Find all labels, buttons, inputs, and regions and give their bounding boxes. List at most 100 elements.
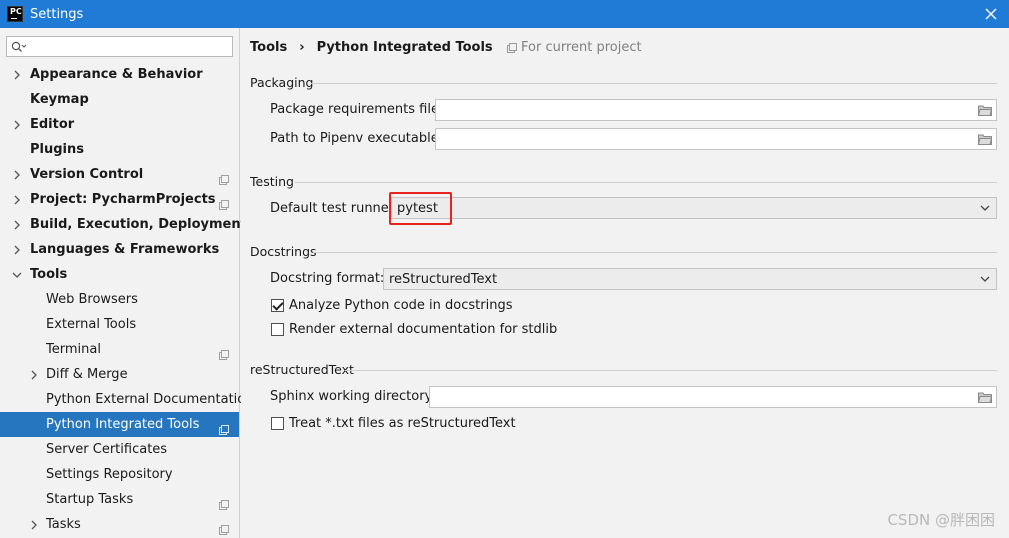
sidebar-item[interactable]: Project: PycharmProjects [0,187,239,212]
sidebar-item-label: Startup Tasks [46,492,134,507]
settings-search-input[interactable] [27,37,232,56]
sidebar-item[interactable]: Python External Documentation [0,387,253,412]
docstrings-divider [313,252,997,253]
checkbox-box[interactable] [271,299,284,312]
chevron-right-icon[interactable] [28,512,40,537]
restructuredtext-section-title: reStructuredText [250,362,354,377]
sidebar-item[interactable]: Python Integrated Tools [0,412,239,437]
breadcrumb: Tools › Python Integrated Tools [250,38,493,56]
sidebar-item[interactable]: Version Control [0,162,239,187]
sphinx-directory-field[interactable] [429,386,997,408]
browse-folder-icon[interactable] [978,133,992,145]
analyze-docstrings-label: Analyze Python code in docstrings [289,298,513,313]
sidebar-item-label: Appearance & Behavior [30,67,203,82]
sidebar-item[interactable]: Startup Tasks [0,487,239,512]
checkbox-box[interactable] [271,417,284,430]
chevron-down-icon[interactable] [11,262,23,287]
sidebar-item-label: Tools [30,267,68,282]
sidebar-item-label: Python External Documentation [46,392,254,407]
breadcrumb-tools[interactable]: Tools [250,40,287,55]
settings-content: Tools › Python Integrated Tools For curr… [241,28,1009,538]
window-titlebar: PC Settings [0,0,1009,28]
pipenv-path-label: Path to Pipenv executable: [270,131,444,146]
sidebar-item[interactable]: Appearance & Behavior [0,62,239,87]
sidebar-item[interactable]: Web Browsers [0,287,239,312]
sidebar-item[interactable]: Tools [0,262,239,287]
sidebar-item-label: Tasks [46,517,81,532]
sidebar-item-label: Languages & Frameworks [30,242,220,257]
window-title: Settings [30,6,84,22]
chevron-right-icon[interactable] [11,112,23,137]
docstring-format-select[interactable]: reStructuredText [383,268,997,290]
chevron-right-icon[interactable] [11,62,23,87]
close-button[interactable] [981,4,1001,24]
restructuredtext-divider [345,370,997,371]
breadcrumb-separator: › [299,39,305,55]
analyze-docstrings-checkbox[interactable]: Analyze Python code in docstrings [271,298,512,313]
project-scope-icon [219,419,229,435]
sidebar-item-label: Settings Repository [46,467,173,482]
sidebar-item[interactable]: Diff & Merge [0,362,239,387]
default-test-runner-label: Default test runner: [270,201,399,216]
sidebar-item-label: Keymap [30,92,89,107]
search-icon [11,41,27,52]
breadcrumb-current: Python Integrated Tools [316,39,493,55]
render-stdlib-docs-checkbox[interactable]: Render external documentation for stdlib [271,322,557,337]
scope-label: For current project [521,40,642,55]
docstrings-section-title: Docstrings [250,244,317,259]
sidebar-item[interactable]: Settings Repository [0,462,239,487]
testing-section-title: Testing [250,174,294,189]
settings-sidebar: Appearance & Behavior Keymap Editor Plugins… [0,28,253,538]
sidebar-item-label: Editor [30,117,75,132]
chevron-down-icon [980,205,990,211]
csdn-watermark: CSDN @胖困困 [887,511,995,529]
sidebar-item-label: Python Integrated Tools [46,417,200,432]
sidebar-item[interactable]: Languages & Frameworks [0,237,239,262]
sidebar-item[interactable]: Keymap [0,87,239,112]
sidebar-item[interactable]: Build, Execution, Deployment [0,212,247,237]
sidebar-item-label: Project: PycharmProjects [30,192,216,207]
browse-folder-icon[interactable] [978,391,992,403]
render-stdlib-docs-label: Render external documentation for stdlib [289,322,558,337]
test-runner-highlight-box [389,192,452,225]
sidebar-item[interactable]: Terminal [0,337,239,362]
sidebar-item[interactable]: External Tools [0,312,239,337]
checkbox-box[interactable] [271,323,284,336]
settings-tree: Appearance & Behavior Keymap Editor Plugins… [0,62,253,537]
chevron-down-icon [980,276,990,282]
sidebar-item-label: External Tools [46,317,137,332]
sidebar-item-label: Build, Execution, Deployment [30,217,247,232]
project-scope-icon [219,169,229,185]
treat-txt-as-rst-checkbox[interactable]: Treat *.txt files as reStructuredText [271,416,516,431]
project-scope-icon [219,519,229,535]
chevron-right-icon[interactable] [11,212,23,237]
settings-search-box[interactable] [6,36,233,57]
treat-txt-as-rst-label: Treat *.txt files as reStructuredText [289,416,516,431]
package-requirements-field[interactable] [435,99,997,121]
pycharm-logo-icon: PC [7,6,23,22]
pipenv-path-field[interactable] [435,128,997,150]
sidebar-item-label: Plugins [30,142,84,157]
chevron-right-icon[interactable] [11,187,23,212]
chevron-right-icon[interactable] [28,362,40,387]
browse-folder-icon[interactable] [978,104,992,116]
sidebar-item-label: Terminal [46,342,101,357]
package-requirements-label: Package requirements file: [270,102,444,117]
sidebar-item[interactable]: Plugins [0,137,239,162]
sidebar-item[interactable]: Editor [0,112,239,137]
project-scope-icon [219,194,229,210]
testing-divider [295,182,997,183]
default-test-runner-select[interactable]: pytest [391,197,997,219]
packaging-section-title: Packaging [250,75,314,90]
chevron-right-icon[interactable] [11,162,23,187]
project-scope-icon [507,42,517,53]
docstring-format-value: reStructuredText [389,271,498,287]
docstring-format-label: Docstring format: [270,271,385,286]
scope-indicator: For current project [507,40,642,55]
sidebar-item[interactable]: Server Certificates [0,437,239,462]
sidebar-item-label: Diff & Merge [46,367,128,382]
chevron-right-icon[interactable] [11,237,23,262]
project-scope-icon [219,494,229,510]
sidebar-item[interactable]: Tasks [0,512,239,537]
packaging-divider [311,83,997,84]
